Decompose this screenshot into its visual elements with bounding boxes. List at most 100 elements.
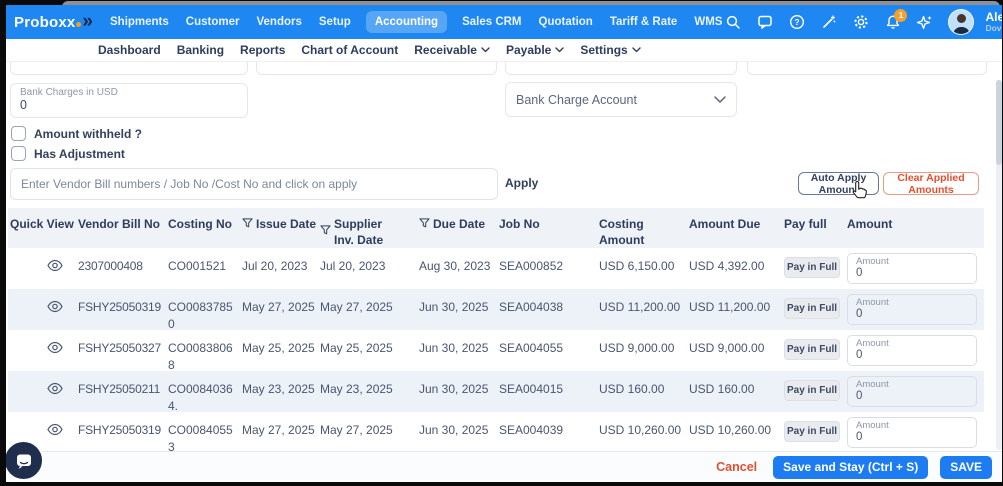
subnav-item-banking[interactable]: Banking [177, 43, 224, 57]
filter-icon[interactable] [419, 217, 430, 229]
quick-view-eye-icon[interactable] [47, 341, 63, 354]
topnav-item-customer[interactable]: Customer [184, 11, 242, 33]
cell-due-date: Jun 30, 2025 [419, 289, 499, 333]
table-row: FSHY25050319 CO00837850 May 27, 2025 May… [8, 289, 984, 330]
bank-charge-account-placeholder: Bank Charge Account [516, 93, 637, 107]
quick-view-eye-icon[interactable] [47, 300, 63, 313]
amount-input[interactable]: Amount 0 [847, 376, 977, 407]
help-icon[interactable]: ? [788, 14, 805, 31]
cell-quick-view [8, 289, 78, 333]
topnav-item-wms[interactable]: WMS [692, 11, 724, 33]
auto-apply-amount-button[interactable]: Auto Apply Amount [798, 172, 879, 195]
filter-icon[interactable] [242, 217, 253, 229]
bank-charges-value: 0 [20, 98, 238, 112]
cell-issue-date: May 27, 2025 [242, 412, 320, 451]
cell-pay-full: Pay in Full [784, 248, 847, 289]
user-last-name: Dover [985, 24, 1002, 33]
cell-supplier-inv-date: May 27, 2025 [320, 412, 419, 451]
subnav-item-chart-of-account[interactable]: Chart of Account [301, 43, 398, 57]
subnav-item-receivable[interactable]: Receivable [414, 43, 490, 57]
truncated-input-1[interactable] [10, 62, 248, 75]
cell-vendor-bill-no: FSHY25050319 [78, 289, 168, 333]
cell-costing-amount: USD 160.00 [599, 371, 689, 415]
cancel-button[interactable]: Cancel [716, 460, 757, 474]
subnav-item-label: Settings [580, 43, 627, 57]
avatar-body [953, 27, 970, 35]
pay-in-full-button[interactable]: Pay in Full [784, 257, 840, 278]
amount-input[interactable]: Amount 0 [847, 417, 977, 448]
scrollbar-thumb[interactable] [996, 80, 1002, 165]
cell-job-no: SEA004055 [499, 330, 599, 374]
col-due-date: Due Date [419, 208, 499, 248]
bank-charge-account-select[interactable]: Bank Charge Account [505, 82, 737, 117]
vendor-bills-table: Quick View Vendor Bill No Costing No Iss… [8, 208, 984, 451]
cell-supplier-inv-date: May 23, 2025 [320, 371, 419, 415]
sparkles-icon[interactable] [916, 14, 933, 31]
amount-input[interactable]: Amount 0 [847, 294, 977, 325]
checkbox-amount-withheld[interactable] [11, 126, 26, 141]
pay-in-full-button[interactable]: Pay in Full [784, 298, 840, 319]
amount-input-value: 0 [856, 431, 968, 445]
subnav-item-settings[interactable]: Settings [580, 43, 640, 57]
vertical-scrollbar[interactable] [996, 80, 1002, 450]
truncated-input-4[interactable] [747, 62, 987, 75]
proboxx-logo[interactable]: Proboxx» [14, 14, 92, 31]
table-row: 2307000408 CO001521 Jul 20, 2023 Jul 20,… [8, 248, 984, 289]
bank-charges-field[interactable]: Bank Charges in USD 0 [10, 83, 248, 118]
topnav-item-setup[interactable]: Setup [317, 11, 353, 33]
subnav-item-reports[interactable]: Reports [240, 43, 285, 57]
quick-view-eye-icon[interactable] [47, 259, 63, 272]
amount-input-label: Amount [856, 420, 968, 431]
svg-text:?: ? [794, 17, 799, 27]
topnav-menu: Shipments Customer Vendors Setup Accounting S… [108, 11, 724, 33]
pay-in-full-button[interactable]: Pay in Full [784, 380, 840, 401]
cell-pay-full: Pay in Full [784, 371, 847, 415]
topnav-item-quotation[interactable]: Quotation [537, 11, 595, 33]
cell-costing-no: CO00838068 [168, 330, 242, 374]
cell-pay-full: Pay in Full [784, 412, 847, 451]
checkbox-has-adjustment[interactable] [11, 146, 26, 161]
bell-icon[interactable]: 1 [884, 14, 901, 31]
truncated-input-3[interactable] [505, 62, 737, 75]
subnav-item-label: Payable [506, 43, 551, 57]
topnav-item-sales-crm[interactable]: Sales CRM [460, 11, 523, 33]
amount-input[interactable]: Amount 0 [847, 335, 977, 366]
filter-icon[interactable] [320, 224, 331, 236]
topnav-item-vendors[interactable]: Vendors [254, 11, 303, 33]
quick-view-eye-icon[interactable] [47, 382, 63, 395]
vendor-bill-search-input[interactable] [10, 168, 498, 200]
topnav-item-tariff-rate[interactable]: Tariff & Rate [608, 11, 680, 33]
amount-input-label: Amount [856, 379, 968, 390]
chat-icon[interactable] [756, 14, 773, 31]
wand-icon[interactable] [820, 14, 837, 31]
cell-due-date: Aug 30, 2023 [419, 248, 499, 289]
cell-due-date: Jun 30, 2025 [419, 412, 499, 451]
topnav-item-accounting[interactable]: Accounting [366, 11, 447, 33]
clear-applied-amounts-button[interactable]: Clear Applied Amounts [883, 172, 979, 195]
gear-icon[interactable] [852, 14, 869, 31]
table-row: FSHY25050327 CO00838068 May 25, 2025 May… [8, 330, 984, 371]
cell-quick-view [8, 330, 78, 374]
user-avatar[interactable] [948, 9, 974, 35]
topnav-right-cluster: ? 1 Alex Dover [724, 9, 1002, 35]
cell-pay-full: Pay in Full [784, 289, 847, 333]
search-icon[interactable] [724, 14, 741, 31]
cell-amount-due: USD 11,200.00 [689, 289, 784, 333]
subnav-item-dashboard[interactable]: Dashboard [98, 43, 161, 57]
cell-issue-date: May 27, 2025 [242, 289, 320, 333]
apply-button[interactable]: Apply [505, 176, 538, 190]
truncated-input-2[interactable] [256, 62, 497, 75]
cell-amount: Amount 0 [847, 330, 984, 374]
save-and-stay-button[interactable]: Save and Stay (Ctrl + S) [773, 456, 928, 479]
amount-input-value: 0 [856, 267, 968, 281]
cell-costing-no: CO00840553 [168, 412, 242, 451]
quick-view-eye-icon[interactable] [47, 423, 63, 436]
amount-input[interactable]: Amount 0 [847, 253, 977, 284]
subnav-item-label: Receivable [414, 43, 477, 57]
col-costing-amount: Costing Amount [599, 208, 689, 248]
pay-in-full-button[interactable]: Pay in Full [784, 421, 840, 442]
save-button[interactable]: SAVE [940, 456, 992, 479]
pay-in-full-button[interactable]: Pay in Full [784, 339, 840, 360]
subnav-item-payable[interactable]: Payable [506, 43, 564, 57]
topnav-item-shipments[interactable]: Shipments [108, 11, 171, 33]
